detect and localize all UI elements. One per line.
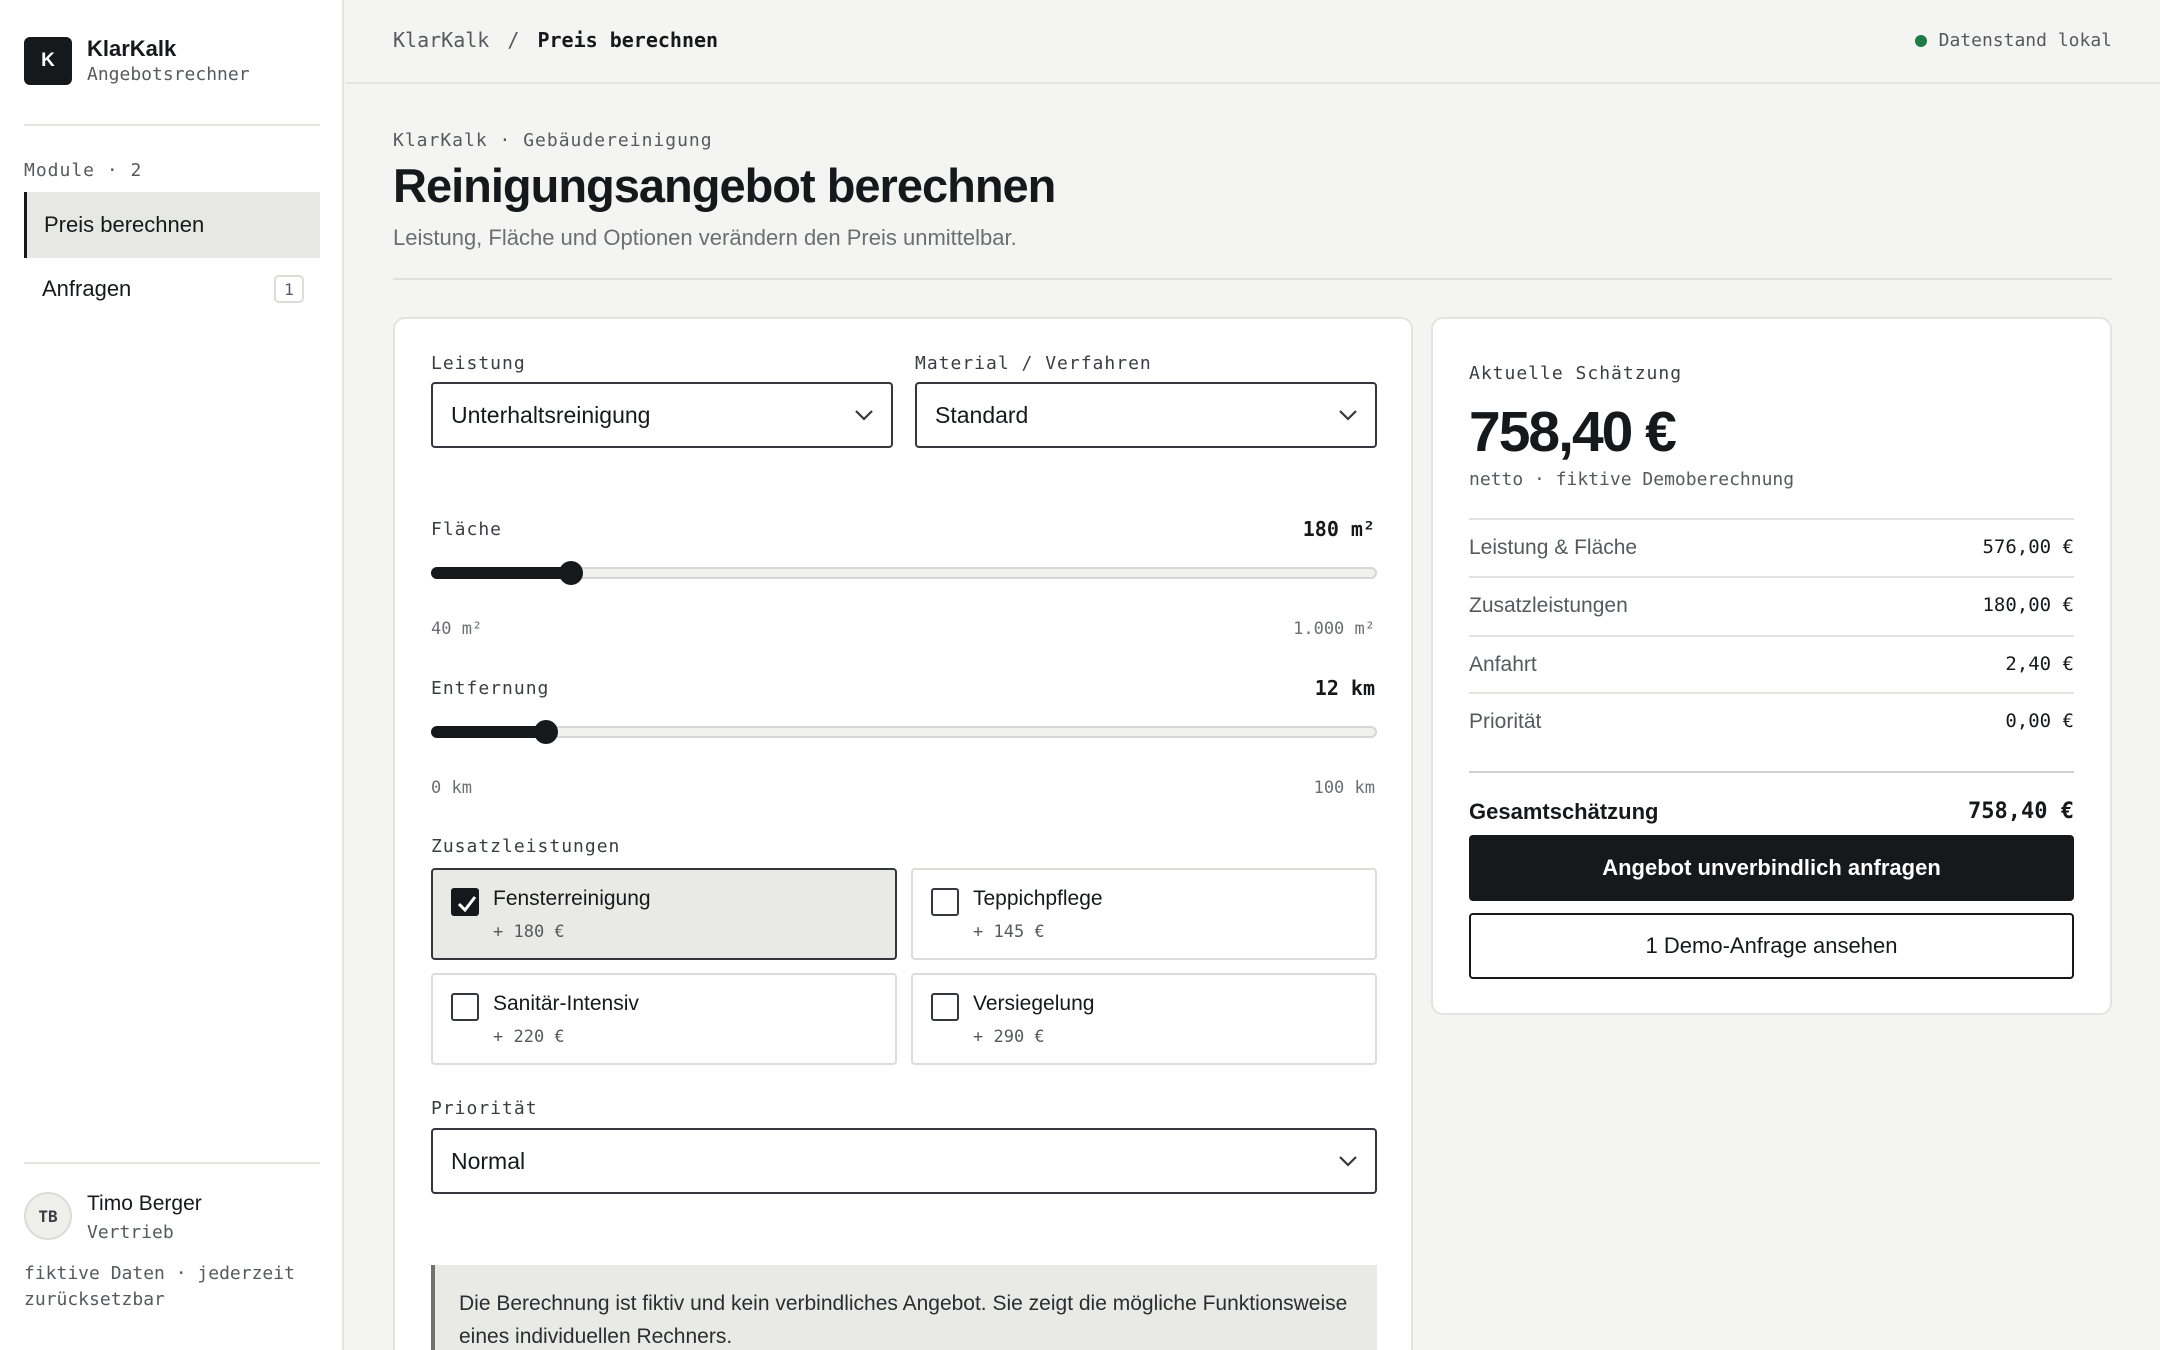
service-select[interactable]: Unterhaltsreinigung bbox=[431, 382, 893, 448]
chevron-down-icon bbox=[855, 410, 873, 421]
user-role: Vertrieb bbox=[87, 1222, 174, 1243]
material-label: Material / Verfahren bbox=[915, 353, 1152, 374]
option-name: Teppichpflege bbox=[973, 887, 1103, 910]
status-dot-icon bbox=[1914, 34, 1927, 47]
option-name: Fensterreinigung bbox=[493, 887, 651, 910]
breakdown-value: 180,00 € bbox=[1982, 594, 2074, 616]
breadcrumb-current: Preis berechnen bbox=[537, 28, 719, 52]
area-min-label: 40 m² bbox=[431, 619, 483, 639]
request-offer-button[interactable]: Angebot unverbindlich anfragen bbox=[1469, 835, 2074, 901]
estimate-card: Aktuelle Schätzung 758,40 € netto · fikt… bbox=[1431, 317, 2112, 1015]
option-name: Versiegelung bbox=[973, 992, 1095, 1015]
breakdown-label: Zusatzleistungen bbox=[1469, 594, 1628, 617]
breadcrumb-root[interactable]: KlarKalk bbox=[393, 28, 489, 52]
estimate-price: 758,40 € bbox=[1469, 400, 1677, 464]
checkmark-icon bbox=[457, 896, 477, 913]
option-price: + 145 € bbox=[973, 922, 1045, 942]
breakdown-row: Zusatzleistungen 180,00 € bbox=[1469, 576, 2074, 634]
breadcrumb: KlarKalk / Preis berechnen bbox=[393, 28, 718, 52]
option-price: + 220 € bbox=[493, 1027, 565, 1047]
distance-label: Entfernung bbox=[431, 678, 550, 699]
breakdown-row: Priorität 0,00 € bbox=[1469, 692, 2074, 750]
option-price: + 180 € bbox=[493, 922, 565, 942]
option-price: + 290 € bbox=[973, 1027, 1045, 1047]
app-name: KlarKalk bbox=[87, 36, 177, 61]
calculator-form: Leistung Unterhaltsreinigung Material / … bbox=[393, 317, 1413, 1350]
checkbox[interactable] bbox=[931, 888, 959, 916]
sidebar-item-label: Anfragen bbox=[42, 276, 132, 301]
total-row: Gesamtschätzung 758,40 € bbox=[1469, 771, 2074, 825]
view-demo-request-button[interactable]: 1 Demo-Anfrage ansehen bbox=[1469, 913, 2074, 979]
breakdown-value: 2,40 € bbox=[2005, 653, 2074, 675]
option-name: Sanitär-Intensiv bbox=[493, 992, 639, 1015]
extra-option-teppichpflege[interactable]: Teppichpflege + 145 € bbox=[911, 868, 1377, 960]
breakdown-label: Priorität bbox=[1469, 710, 1542, 733]
sidebar-divider bbox=[24, 1162, 320, 1164]
distance-value: 12 km bbox=[1314, 676, 1375, 700]
service-label: Leistung bbox=[431, 353, 526, 374]
avatar[interactable]: TB bbox=[24, 1192, 72, 1240]
total-value: 758,40 € bbox=[1968, 799, 2074, 824]
area-slider-thumb[interactable] bbox=[558, 561, 583, 585]
material-value: Standard bbox=[935, 401, 1029, 428]
breakdown-value: 576,00 € bbox=[1982, 536, 2074, 558]
user-name: Timo Berger bbox=[87, 1192, 202, 1215]
page-subtitle: Leistung, Fläche und Optionen verändern … bbox=[393, 225, 1017, 250]
data-status: Datenstand lokal bbox=[1914, 30, 2112, 51]
sidebar-divider bbox=[24, 124, 320, 126]
chevron-down-icon bbox=[1339, 1156, 1357, 1167]
area-slider-fill bbox=[431, 567, 571, 579]
checkbox[interactable] bbox=[451, 993, 479, 1021]
sidebar: K KlarKalk Angebotsrechner Module · 2 Pr… bbox=[0, 0, 344, 1350]
app-subtitle: Angebotsrechner bbox=[87, 64, 250, 85]
checkbox[interactable] bbox=[931, 993, 959, 1021]
service-value: Unterhaltsreinigung bbox=[451, 401, 651, 428]
sidebar-footnote: fiktive Daten · jederzeit zurücksetzbar bbox=[24, 1263, 295, 1310]
modules-label: Module · 2 bbox=[24, 160, 143, 181]
breadcrumb-separator: / bbox=[507, 28, 520, 52]
total-label: Gesamtschätzung bbox=[1469, 799, 1659, 824]
sidebar-item-label: Preis berechnen bbox=[44, 212, 205, 237]
estimate-note: netto · fiktive Demoberechnung bbox=[1469, 469, 1795, 490]
area-max-label: 1.000 m² bbox=[1293, 619, 1375, 639]
estimate-label: Aktuelle Schätzung bbox=[1469, 363, 1683, 384]
count-badge: 1 bbox=[274, 275, 304, 303]
status-text: Datenstand lokal bbox=[1938, 30, 2112, 51]
sidebar-item-anfragen[interactable]: Anfragen 1 bbox=[24, 256, 320, 322]
breakdown-value: 0,00 € bbox=[2005, 710, 2074, 732]
priority-label: Priorität bbox=[431, 1098, 538, 1119]
breakdown-row: Anfahrt 2,40 € bbox=[1469, 635, 2074, 693]
extras-label: Zusatzleistungen bbox=[431, 836, 621, 857]
breakdown-label: Anfahrt bbox=[1469, 653, 1537, 676]
page-eyebrow: KlarKalk · Gebäudereinigung bbox=[393, 130, 713, 151]
area-slider[interactable] bbox=[431, 561, 1377, 585]
app-logo[interactable]: K bbox=[24, 37, 72, 85]
topbar: KlarKalk / Preis berechnen Datenstand lo… bbox=[346, 0, 2160, 84]
chevron-down-icon bbox=[1339, 410, 1357, 421]
sidebar-item-preis-berechnen[interactable]: Preis berechnen bbox=[24, 192, 320, 258]
distance-slider-thumb[interactable] bbox=[534, 720, 559, 744]
priority-value: Normal bbox=[451, 1147, 526, 1174]
distance-max-label: 100 km bbox=[1313, 778, 1375, 798]
distance-slider-fill bbox=[431, 726, 547, 738]
area-value: 180 m² bbox=[1302, 517, 1375, 541]
checkbox[interactable] bbox=[451, 888, 479, 916]
page-title: Reinigungsangebot berechnen bbox=[393, 159, 1056, 212]
header-divider bbox=[393, 278, 2112, 280]
distance-slider[interactable] bbox=[431, 720, 1377, 744]
extra-option-fensterreinigung[interactable]: Fensterreinigung + 180 € bbox=[431, 868, 897, 960]
extra-option-versiegelung[interactable]: Versiegelung + 290 € bbox=[911, 973, 1377, 1065]
extra-option-sanitaer-intensiv[interactable]: Sanitär-Intensiv + 220 € bbox=[431, 973, 897, 1065]
priority-select[interactable]: Normal bbox=[431, 1128, 1377, 1194]
breakdown-row: Leistung & Fläche 576,00 € bbox=[1469, 518, 2074, 576]
disclaimer-note: Die Berechnung ist fiktiv und kein verbi… bbox=[431, 1265, 1377, 1350]
distance-min-label: 0 km bbox=[431, 778, 472, 798]
breakdown-label: Leistung & Fläche bbox=[1469, 536, 1638, 559]
area-label: Fläche bbox=[431, 519, 503, 540]
material-select[interactable]: Standard bbox=[915, 382, 1377, 448]
